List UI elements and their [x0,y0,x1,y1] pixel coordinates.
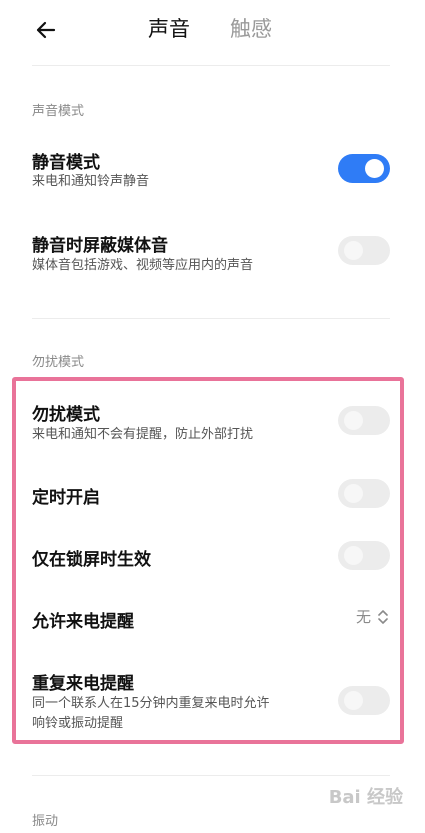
toggle-knob [344,411,363,430]
scheduled-title: 定时开启 [32,488,100,508]
silent-mode-subtitle: 来电和通知铃声静音 [32,174,150,189]
section-divider [32,318,390,319]
repeat-calls-subtitle: 同一个联系人在15分钟内重复来电时允许 响铃或振动提醒 [32,694,322,734]
silent-mode-title: 静音模式 [32,153,100,173]
mute-media-toggle[interactable] [338,236,390,265]
allow-calls-value: 无 [355,608,371,626]
section-divider [32,775,390,776]
allow-calls-select[interactable]: 无 [356,606,390,627]
mute-media-subtitle: 媒体音包括游戏、视频等应用内的声音 [32,258,254,273]
header-divider [32,65,390,66]
toggle-knob [344,691,363,710]
repeat-calls-subtitle-line2: 响铃或振动提醒 [32,716,124,731]
dnd-title: 勿扰模式 [32,405,100,425]
toggle-knob [344,546,363,565]
section-title-vibration: 振动 [32,814,59,829]
repeat-calls-title: 重复来电提醒 [32,674,134,694]
back-button[interactable] [30,14,62,46]
tab-sound[interactable]: 声音 [148,14,190,44]
scheduled-toggle[interactable] [338,479,390,508]
chevron-up-down-icon [378,609,388,624]
toggle-knob [365,159,384,178]
section-title-dnd: 勿扰模式 [32,355,85,370]
arrow-left-icon [36,21,56,39]
silent-mode-toggle[interactable] [338,154,390,183]
toggle-knob [344,484,363,503]
tab-haptics[interactable]: 触感 [230,14,272,44]
repeat-calls-subtitle-line1: 同一个联系人在15分钟内重复来电时允许 [32,696,270,711]
lockscreen-only-title: 仅在锁屏时生效 [32,550,151,570]
dnd-subtitle: 来电和通知不会有提醒，防止外部打扰 [32,427,254,442]
dnd-toggle[interactable] [338,406,390,435]
top-bar: 声音 触感 [0,0,425,62]
section-title-sound-mode: 声音模式 [32,104,85,119]
repeat-calls-toggle[interactable] [338,686,390,715]
lockscreen-only-toggle[interactable] [338,541,390,570]
mute-media-title: 静音时屏蔽媒体音 [32,236,168,256]
watermark: Bai 经验 [328,787,403,808]
allow-calls-title: 允许来电提醒 [32,612,134,632]
toggle-knob [344,241,363,260]
